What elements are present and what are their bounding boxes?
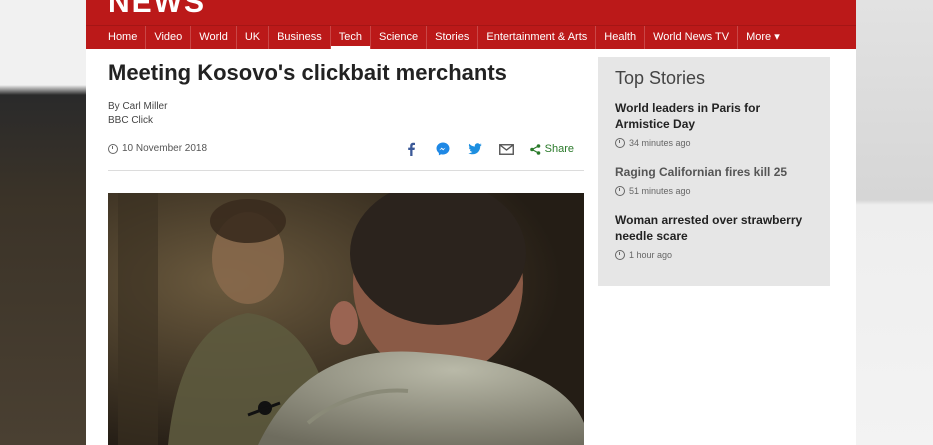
masthead: NEWS [86,0,856,25]
top-story-item[interactable]: World leaders in Paris for Armistice Day… [615,100,815,148]
background-video-left [0,0,86,445]
article-hero-image [108,193,584,445]
article-headline: Meeting Kosovo's clickbait merchants [108,60,507,85]
top-story-item[interactable]: Raging Californian fires kill 25 51 minu… [615,164,815,196]
nav-item-world-news-tv[interactable]: World News TV [644,26,737,49]
facebook-icon[interactable] [402,140,420,158]
top-story-item[interactable]: Woman arrested over strawberry needle sc… [615,212,815,260]
nav-item-stories[interactable]: Stories [426,26,477,49]
nav-item-science[interactable]: Science [369,26,426,49]
clock-icon [615,186,625,196]
main-nav: Home Video World UK Business Tech Scienc… [86,25,856,49]
top-stories-panel: Top Stories World leaders in Paris for A… [598,57,830,286]
top-story-title[interactable]: Woman arrested over strawberry needle sc… [615,212,815,244]
nav-item-entertainment-arts[interactable]: Entertainment & Arts [477,26,595,49]
top-story-title[interactable]: World leaders in Paris for Armistice Day [615,100,815,132]
top-story-time: 51 minutes ago [615,186,815,196]
publish-date: 10 November 2018 [108,143,207,154]
top-story-title[interactable]: Raging Californian fires kill 25 [615,164,815,180]
nav-item-more[interactable]: More ▾ [737,26,788,49]
top-story-time-text: 1 hour ago [629,250,673,260]
twitter-icon[interactable] [466,140,484,158]
nav-item-world[interactable]: World [190,26,236,49]
share-tools: Share [402,140,574,158]
publish-date-text: 10 November 2018 [122,143,208,154]
top-story-time-text: 34 minutes ago [629,138,691,148]
article-meta: 10 November 2018 Share [108,140,584,160]
news-logo[interactable]: NEWS [108,0,206,20]
clock-icon [615,138,625,148]
nav-item-business[interactable]: Business [268,26,330,49]
email-icon[interactable] [498,140,516,158]
nav-item-home[interactable]: Home [86,26,145,49]
nav-item-health[interactable]: Health [595,26,644,49]
author-name: By Carl Miller [108,101,168,112]
bbc-news-page: NEWS Home Video World UK Business Tech S… [86,0,856,445]
nav-item-video[interactable]: Video [145,26,190,49]
clock-icon [108,143,118,154]
top-story-time: 34 minutes ago [615,138,815,148]
clock-icon [615,250,625,260]
nav-item-tech[interactable]: Tech [329,26,371,49]
background-video-right [856,0,933,445]
nav-item-uk[interactable]: UK [235,26,268,49]
top-stories-title: Top Stories [615,68,706,88]
share-icon [529,143,540,155]
top-story-time-text: 51 minutes ago [629,186,691,196]
meta-divider [108,170,584,171]
byline: By Carl Miller BBC Click [108,100,167,128]
share-label: Share [544,143,574,155]
top-story-time: 1 hour ago [615,250,815,260]
share-button[interactable]: Share [529,143,574,155]
messenger-icon[interactable] [434,140,452,158]
author-source: BBC Click [108,115,154,126]
